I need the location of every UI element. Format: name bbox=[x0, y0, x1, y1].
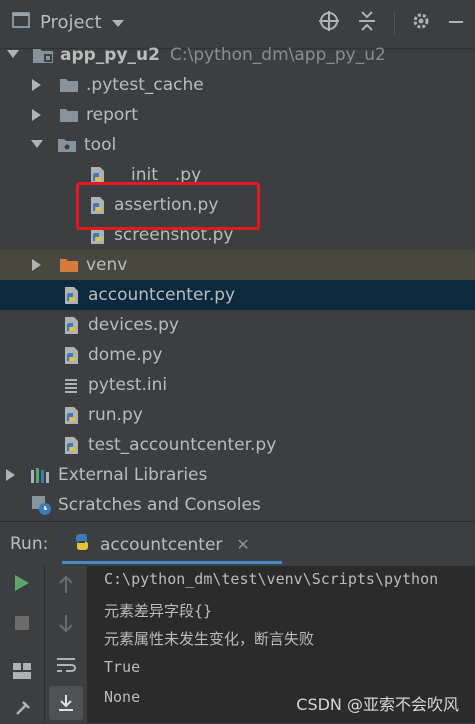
run-label: Run: bbox=[10, 534, 49, 554]
tree-item-label: Scratches and Consoles bbox=[58, 495, 261, 515]
python-file-icon bbox=[60, 434, 82, 456]
tree-item-label: .pytest_cache bbox=[86, 75, 204, 95]
root-path: C:\python_dm\app_py_u2 bbox=[170, 45, 386, 65]
console-side-toolbar bbox=[45, 566, 88, 723]
tree-item-external-libraries[interactable]: External Libraries bbox=[0, 460, 475, 490]
folder-icon bbox=[58, 74, 80, 96]
console-line: 元素属性未发生变化，断言失败 bbox=[104, 630, 315, 648]
collapse-icon[interactable] bbox=[356, 10, 378, 36]
pin-icon[interactable] bbox=[7, 694, 37, 724]
run-tab-accountcenter[interactable]: accountcenter ✕ bbox=[62, 528, 282, 564]
tree-item-label: test_accountcenter.py bbox=[88, 435, 277, 455]
tree-item-label: run.py bbox=[88, 405, 143, 425]
tree-item-pytest-ini[interactable]: pytest.ini bbox=[0, 370, 475, 400]
soft-wrap-icon[interactable] bbox=[51, 650, 81, 680]
package-folder-icon bbox=[56, 134, 78, 156]
toolbar-divider bbox=[394, 12, 395, 34]
gear-icon[interactable] bbox=[411, 11, 431, 35]
arrow-down-icon[interactable] bbox=[51, 608, 81, 638]
arrow-up-icon[interactable] bbox=[51, 570, 81, 600]
collapsed-arrow-icon[interactable] bbox=[30, 258, 44, 272]
run-toolwindow-header: Run: accountcenter ✕ bbox=[0, 521, 475, 567]
tree-item-dome-py[interactable]: dome.py bbox=[0, 340, 475, 370]
project-tree: app_py_u2 C:\python_dm\app_py_u2 .pytest… bbox=[0, 40, 475, 520]
scroll-to-end-icon[interactable] bbox=[49, 686, 83, 720]
tree-item-report[interactable]: report bbox=[0, 100, 475, 130]
tree-item-venv[interactable]: venv bbox=[0, 250, 475, 280]
console-line: 元素差异字段{} bbox=[104, 602, 213, 620]
run-side-toolbar bbox=[0, 566, 45, 723]
tree-item-label: report bbox=[86, 105, 138, 125]
python-icon bbox=[72, 532, 92, 557]
libraries-icon bbox=[30, 464, 52, 486]
tree-item-label: External Libraries bbox=[58, 465, 208, 485]
close-icon[interactable]: ✕ bbox=[236, 535, 249, 554]
collapsed-arrow-icon[interactable] bbox=[4, 468, 18, 482]
rerun-icon[interactable] bbox=[7, 568, 37, 598]
tree-item-label: tool bbox=[84, 135, 117, 155]
python-file-icon bbox=[60, 404, 82, 426]
python-file-icon bbox=[60, 314, 82, 336]
target-icon[interactable] bbox=[318, 10, 340, 36]
scratches-icon bbox=[30, 494, 52, 516]
console-line: None bbox=[104, 688, 141, 706]
highlight-box bbox=[76, 182, 260, 230]
expand-arrow-icon[interactable] bbox=[30, 138, 44, 152]
tree-item-pytest-cache[interactable]: .pytest_cache bbox=[0, 70, 475, 100]
project-window-icon bbox=[12, 11, 30, 34]
ini-file-icon bbox=[60, 374, 82, 396]
python-file-icon bbox=[60, 344, 82, 366]
folder-icon bbox=[58, 104, 80, 126]
tree-item-label: pytest.ini bbox=[88, 375, 168, 395]
project-view-selector[interactable]: Project bbox=[12, 11, 124, 34]
chevron-down-icon bbox=[111, 12, 124, 33]
excluded-folder-icon bbox=[58, 254, 80, 276]
console-line: True bbox=[104, 658, 141, 676]
tree-item-tool[interactable]: tool bbox=[0, 130, 475, 160]
tree-item-devices-py[interactable]: devices.py bbox=[0, 310, 475, 340]
minimize-icon[interactable] bbox=[447, 12, 465, 34]
module-folder-icon bbox=[32, 44, 54, 66]
tree-item-test-accountcenter-py[interactable]: test_accountcenter.py bbox=[0, 430, 475, 460]
python-file-icon bbox=[60, 284, 82, 306]
root-name: app_py_u2 bbox=[60, 45, 160, 65]
layout-icon[interactable] bbox=[7, 656, 37, 686]
collapsed-arrow-icon[interactable] bbox=[30, 108, 44, 122]
console-line: C:\python_dm\test\venv\Scripts\python bbox=[104, 570, 439, 588]
tree-root[interactable]: app_py_u2 C:\python_dm\app_py_u2 bbox=[0, 40, 475, 70]
tree-item-run-py[interactable]: run.py bbox=[0, 400, 475, 430]
expand-arrow-icon[interactable] bbox=[6, 48, 20, 62]
collapsed-arrow-icon[interactable] bbox=[30, 78, 44, 92]
stop-icon[interactable] bbox=[7, 608, 37, 638]
tree-item-label: venv bbox=[86, 255, 128, 275]
run-tab-label: accountcenter bbox=[100, 534, 223, 555]
tree-item-scratches[interactable]: Scratches and Consoles bbox=[0, 490, 475, 520]
tree-item-label: accountcenter.py bbox=[88, 285, 236, 305]
tree-item-label: devices.py bbox=[88, 315, 179, 335]
project-title: Project bbox=[40, 12, 102, 33]
watermark: CSDN @亚索不会吹风 bbox=[296, 695, 459, 714]
tree-item-accountcenter-py[interactable]: accountcenter.py bbox=[0, 280, 475, 310]
tree-item-label: dome.py bbox=[88, 345, 163, 365]
